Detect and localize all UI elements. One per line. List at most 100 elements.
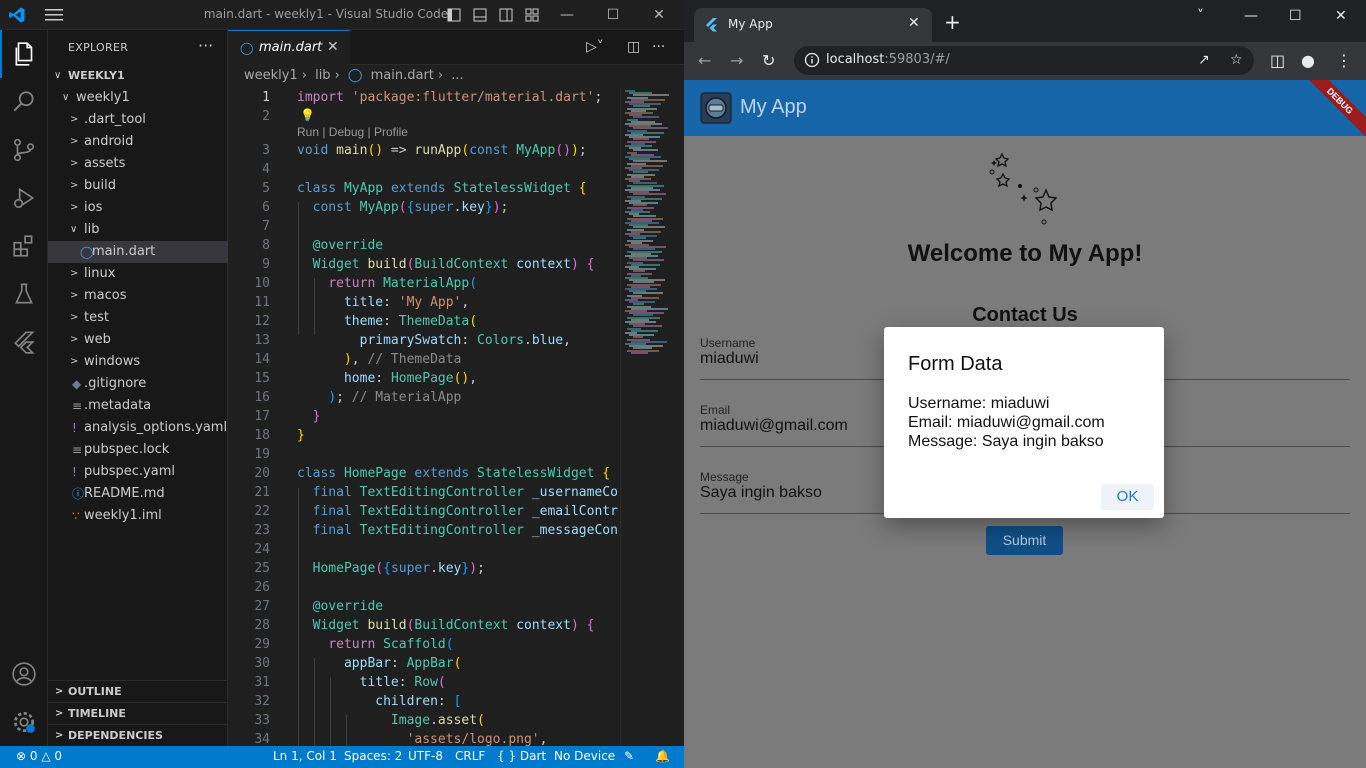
run-debug-icon[interactable]: ▷˅: [586, 39, 604, 55]
manage-gear-icon[interactable]: [0, 698, 48, 746]
close-tab-icon[interactable]: ✕: [327, 39, 339, 55]
problems-status[interactable]: ⊗ 0 △ 0: [16, 749, 62, 763]
browser-tabstrip: My App ✕ + ˅ — ☐ ✕: [684, 0, 1366, 42]
tree-item[interactable]: ⓘ README.md: [48, 483, 228, 505]
address-bar[interactable]: localhost:59803/#/ ↗ ☆: [794, 46, 1254, 75]
close-window-button[interactable]: ✕: [648, 4, 670, 26]
source-control-activity-icon[interactable]: [0, 126, 48, 174]
explorer-sidebar: EXPLORER ··· ∨ WEEKLY1 ∨ weekly1 > .dart_to…: [48, 30, 228, 746]
run-debug-activity-icon[interactable]: [0, 174, 48, 222]
url-path: :59803/#/: [884, 52, 950, 67]
lightbulb-icon[interactable]: 💡: [300, 108, 315, 122]
info-file-icon: ⓘ: [72, 487, 85, 501]
language-label: Dart: [519, 749, 547, 763]
close-tab-icon[interactable]: ✕: [908, 15, 920, 31]
device-status[interactable]: No Device: [554, 749, 615, 763]
dart-file-icon: ◯: [347, 68, 363, 83]
more-editor-actions-icon[interactable]: ···: [652, 39, 665, 55]
flutter-favicon-icon: [706, 18, 717, 32]
tab-main-dart[interactable]: ◯ main.dart ✕: [228, 30, 350, 65]
outline-section[interactable]: > OUTLINE: [48, 680, 228, 702]
tree-item[interactable]: ◯ main.dart: [48, 241, 228, 263]
toggle-secondary-sidebar-icon[interactable]: [499, 8, 513, 22]
tree-item[interactable]: > windows: [48, 351, 228, 373]
maximize-button[interactable]: ☐: [602, 4, 624, 26]
minimize-button[interactable]: —: [556, 4, 578, 26]
dialog-ok-button[interactable]: OK: [1101, 484, 1154, 510]
eol-status[interactable]: CRLF: [455, 749, 485, 763]
tree-item[interactable]: ≡ pubspec.lock: [48, 439, 228, 461]
tree-item[interactable]: ∵ weekly1.iml: [48, 505, 228, 527]
line-number: 19: [254, 447, 270, 462]
share-icon[interactable]: ↗: [1198, 52, 1210, 68]
cursor-position[interactable]: Ln 1, Col 1: [273, 749, 337, 763]
back-arrow-icon[interactable]: ←: [698, 51, 711, 70]
close-window-button[interactable]: ✕: [1335, 8, 1347, 24]
chevron-right-icon: >: [70, 180, 79, 191]
minimap[interactable]: [620, 88, 684, 746]
tree-item[interactable]: > ios: [48, 197, 228, 219]
username-value: miaduwi: [700, 350, 759, 367]
toggle-panel-icon[interactable]: [473, 8, 487, 22]
site-info-icon[interactable]: [804, 52, 820, 68]
chevron-right-icon: >: [70, 202, 79, 213]
tree-item[interactable]: > assets: [48, 153, 228, 175]
bookmark-star-icon[interactable]: ☆: [1230, 52, 1243, 68]
line-number: 24: [254, 542, 270, 557]
tab-search-icon[interactable]: ˅: [1197, 8, 1204, 24]
tree-item[interactable]: > .dart_tool: [48, 109, 228, 131]
customize-layout-icon[interactable]: [525, 8, 539, 22]
chrome-menu-icon[interactable]: ⋮: [1336, 51, 1352, 70]
tree-item-label: analysis_options.yaml: [84, 420, 228, 435]
reload-icon[interactable]: ↻: [762, 51, 775, 70]
tree-item[interactable]: > web: [48, 329, 228, 351]
accounts-activity-icon[interactable]: [0, 650, 48, 698]
tree-item[interactable]: ∨ weekly1: [48, 87, 228, 109]
toggle-sidebar-icon[interactable]: [447, 8, 461, 22]
profile-avatar-icon[interactable]: ●: [1301, 51, 1315, 70]
indentation-status[interactable]: Spaces: 2: [344, 749, 402, 763]
tree-item[interactable]: ≡ .metadata: [48, 395, 228, 417]
tree-item[interactable]: > build: [48, 175, 228, 197]
breadcrumb-more[interactable]: ...: [451, 68, 463, 83]
tree-item[interactable]: ! pubspec.yaml: [48, 461, 228, 483]
extensions-activity-icon[interactable]: [0, 222, 48, 270]
tree-item[interactable]: > linux: [48, 263, 228, 285]
breadcrumb-lib[interactable]: lib: [315, 68, 330, 83]
tree-root-weekly1[interactable]: ∨ WEEKLY1: [48, 65, 228, 87]
more-actions-icon[interactable]: ···: [198, 36, 213, 55]
flutter-activity-icon[interactable]: [0, 318, 48, 366]
encoding-status[interactable]: UTF-8: [408, 749, 443, 763]
explorer-activity-icon[interactable]: [0, 30, 48, 78]
breadcrumb-main-dart[interactable]: main.dart: [371, 68, 434, 83]
tree-item[interactable]: > macos: [48, 285, 228, 307]
split-editor-icon[interactable]: ◫: [627, 39, 640, 55]
submit-button[interactable]: Submit: [986, 526, 1063, 555]
notifications-bell-icon[interactable]: 🔔: [655, 749, 670, 763]
dependencies-section[interactable]: > DEPENDENCIES: [48, 724, 228, 746]
line-number: 4: [262, 162, 270, 177]
tree-item[interactable]: ! analysis_options.yaml: [48, 417, 228, 439]
tree-item-label: assets: [84, 156, 126, 171]
timeline-section[interactable]: > TIMELINE: [48, 702, 228, 724]
tree-item[interactable]: > android: [48, 131, 228, 153]
tree-item[interactable]: ∨ lib: [48, 219, 228, 241]
breadcrumb-weekly1[interactable]: weekly1: [244, 68, 298, 83]
tab-label: main.dart: [259, 40, 323, 55]
language-status[interactable]: { } Dart: [497, 749, 546, 763]
forward-arrow-icon[interactable]: →: [730, 51, 743, 70]
new-tab-button[interactable]: +: [944, 12, 961, 32]
search-activity-icon[interactable]: [0, 78, 48, 126]
code-editor[interactable]: 1 2 3 4 5 6 7 8 9 10 11 12 13 14 15 16 17 18 19 20 21 22 23 24 2…: [228, 88, 620, 746]
maximize-button[interactable]: ☐: [1289, 8, 1302, 24]
side-panel-icon[interactable]: ◫: [1270, 51, 1285, 70]
email-value: miaduwi@gmail.com: [700, 417, 848, 434]
feedback-icon[interactable]: ✎: [624, 749, 634, 763]
tree-item[interactable]: > test: [48, 307, 228, 329]
minimize-button[interactable]: —: [1244, 8, 1258, 24]
codelens-run-debug-profile[interactable]: Run | Debug | Profile: [297, 125, 408, 139]
url-text: localhost:59803/#/: [826, 52, 950, 67]
browser-tab-my-app[interactable]: My App ✕: [694, 8, 932, 42]
tree-item[interactable]: ◆ .gitignore: [48, 373, 228, 395]
testing-activity-icon[interactable]: [0, 270, 48, 318]
